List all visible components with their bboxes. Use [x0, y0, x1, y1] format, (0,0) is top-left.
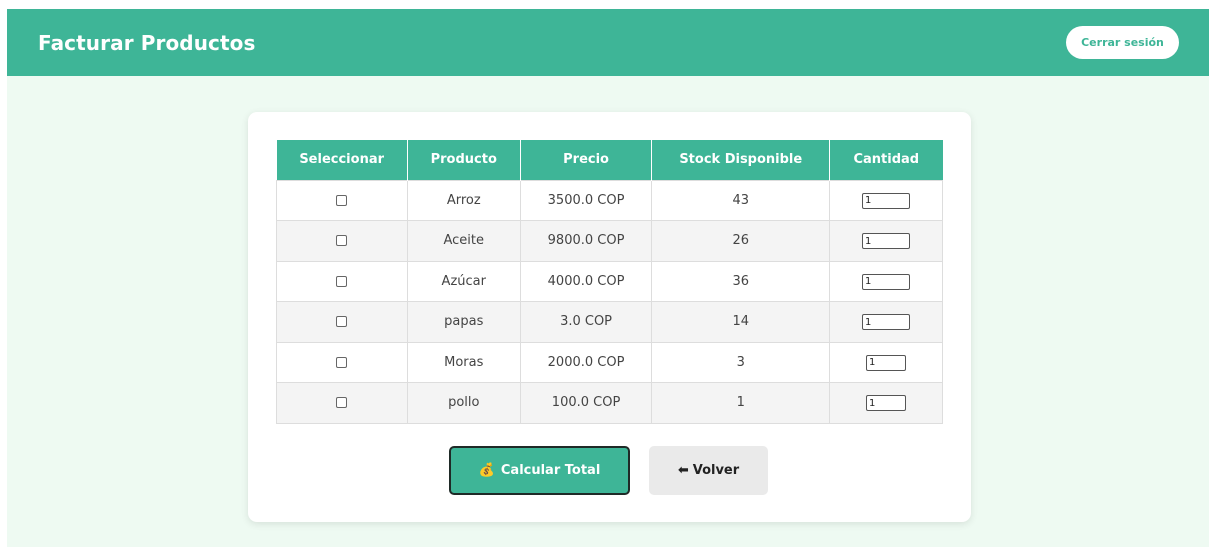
column-header-cantidad: Cantidad	[829, 140, 943, 180]
quantity-cell	[829, 179, 943, 221]
product-stock: 3	[651, 341, 831, 383]
table-row: pollo 100.0 COP 1	[276, 382, 943, 424]
quantity-input[interactable]	[862, 233, 911, 249]
quantity-input[interactable]	[862, 192, 911, 209]
back-button[interactable]: ⬅ Volver	[649, 446, 768, 495]
column-header-producto: Producto	[407, 140, 521, 180]
product-stock: 43	[651, 179, 831, 221]
money-bag-icon: 💰	[478, 463, 495, 478]
table-row: Moras 2000.0 COP 3	[276, 341, 943, 383]
table-header-row: Seleccionar Producto Precio Stock Dispon…	[276, 140, 943, 180]
select-checkbox[interactable]	[336, 194, 348, 206]
page-title: Facturar Productos	[38, 31, 256, 55]
product-name: pollo	[406, 382, 521, 424]
calculate-total-button[interactable]: 💰 Calcular Total	[449, 446, 630, 495]
select-checkbox[interactable]	[336, 356, 348, 368]
product-name: papas	[406, 301, 521, 343]
product-price: 3500.0 COP	[519, 179, 653, 221]
column-header-seleccionar: Seleccionar	[276, 140, 408, 180]
product-stock: 26	[651, 220, 831, 262]
select-cell	[276, 220, 408, 262]
top-bar: Facturar Productos Cerrar sesión	[7, 9, 1209, 76]
arrow-left-icon: ⬅	[677, 463, 689, 478]
product-price: 4000.0 COP	[519, 260, 653, 302]
logout-button[interactable]: Cerrar sesión	[1066, 26, 1179, 59]
product-name: Azúcar	[406, 260, 521, 302]
select-checkbox[interactable]	[336, 397, 348, 409]
quantity-cell	[829, 220, 943, 262]
table-row: Aceite 9800.0 COP 26	[276, 220, 943, 262]
select-checkbox[interactable]	[336, 275, 348, 287]
product-price: 100.0 COP	[519, 382, 653, 424]
quantity-cell	[829, 301, 943, 343]
quantity-input[interactable]	[862, 273, 911, 290]
page: Facturar Productos Cerrar sesión Selecci…	[7, 9, 1209, 547]
product-stock: 36	[651, 260, 831, 302]
column-header-stock: Stock Disponible	[651, 140, 831, 180]
quantity-input[interactable]	[866, 354, 907, 371]
quantity-input[interactable]	[866, 395, 907, 411]
select-cell	[276, 341, 408, 383]
table-row: Azúcar 4000.0 COP 36	[276, 260, 943, 302]
select-cell	[276, 260, 408, 302]
select-cell	[276, 301, 408, 343]
back-label: Volver	[692, 463, 740, 478]
table-row: papas 3.0 COP 14	[276, 301, 943, 343]
product-name: Aceite	[406, 220, 521, 262]
product-name: Arroz	[406, 179, 521, 221]
select-checkbox[interactable]	[336, 235, 348, 247]
product-stock: 1	[651, 382, 831, 424]
product-price: 3.0 COP	[519, 301, 653, 343]
quantity-cell	[829, 260, 943, 302]
column-header-precio: Precio	[520, 140, 653, 180]
select-cell	[276, 179, 408, 221]
table-row: Arroz 3500.0 COP 43	[276, 179, 943, 221]
products-table: Seleccionar Producto Precio Stock Dispon…	[276, 140, 943, 424]
calculate-total-label: Calcular Total	[500, 463, 601, 478]
product-stock: 14	[651, 301, 831, 343]
quantity-cell	[829, 382, 943, 424]
product-price: 9800.0 COP	[519, 220, 653, 262]
select-cell	[276, 382, 408, 424]
quantity-cell	[829, 341, 943, 383]
product-price: 2000.0 COP	[519, 341, 653, 383]
billing-card: Seleccionar Producto Precio Stock Dispon…	[248, 112, 971, 522]
product-name: Moras	[406, 341, 521, 383]
quantity-input[interactable]	[862, 314, 911, 330]
select-checkbox[interactable]	[336, 316, 348, 328]
